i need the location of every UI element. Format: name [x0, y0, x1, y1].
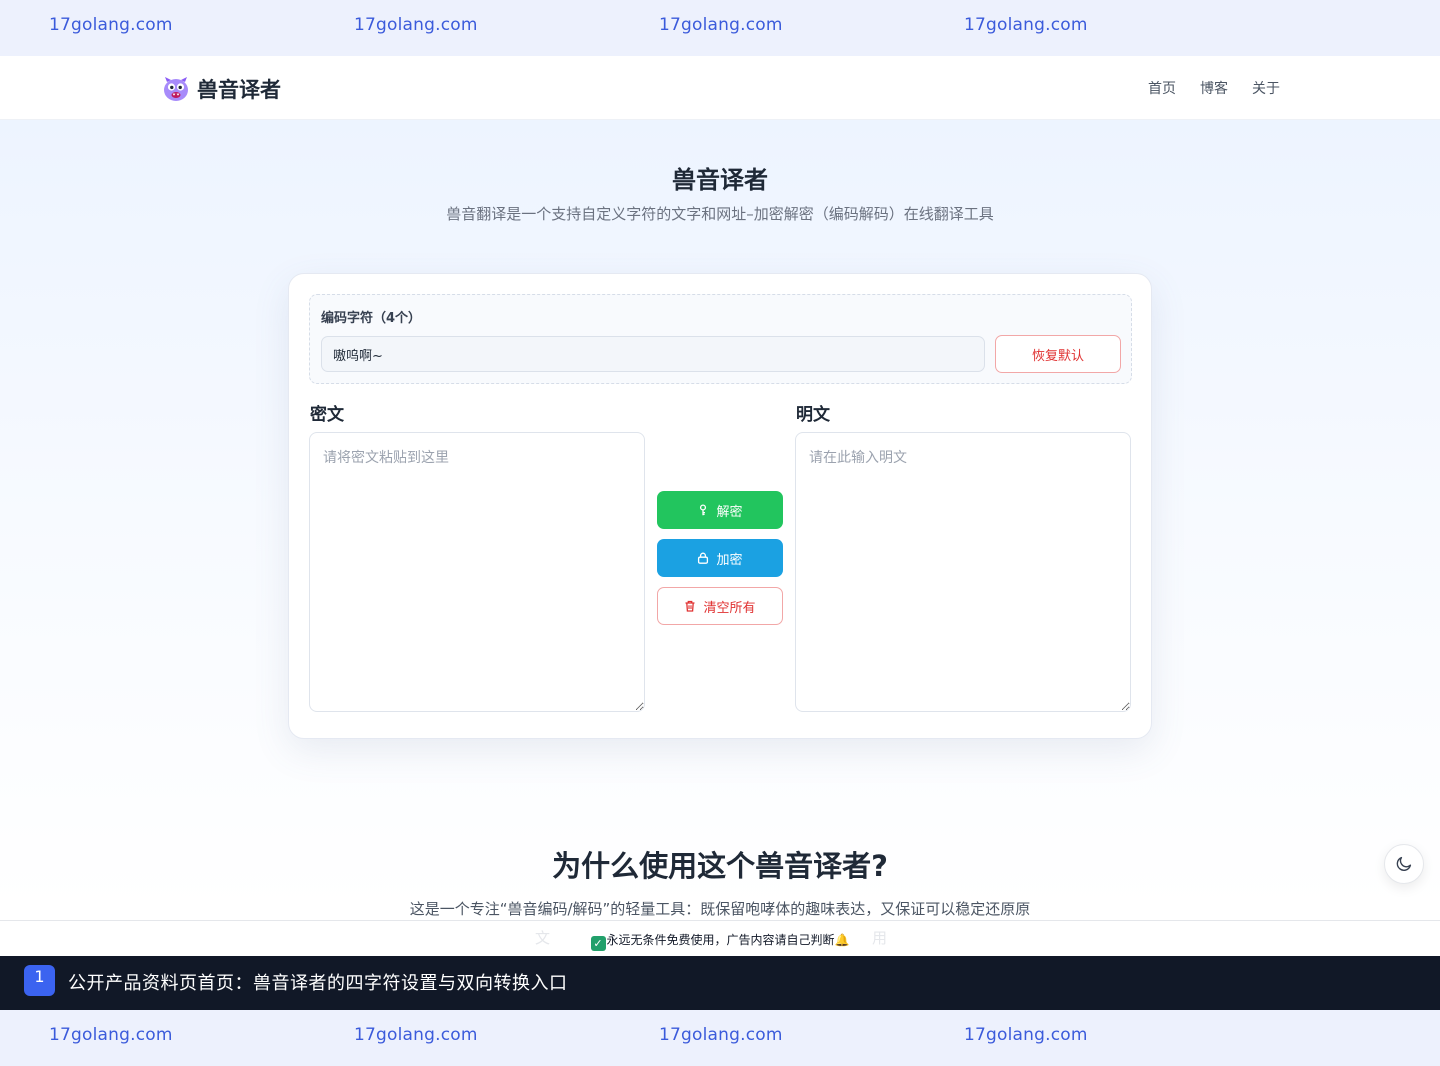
encode-button[interactable]: 加密 [657, 539, 783, 577]
page-subtitle: 兽音翻译是一个支持自定义字符的文字和网址–加密解密（编码解码）在线翻译工具 [446, 205, 994, 223]
main-nav: 首页 博客 关于 [1148, 78, 1280, 98]
ad-link[interactable]: 17golang.com [964, 1025, 1088, 1045]
trash-icon [685, 600, 695, 612]
cipher-label: 密文 [310, 405, 344, 425]
ad-link[interactable]: 17golang.com [49, 1025, 173, 1045]
step-number-badge: 1 [24, 965, 55, 996]
nav-about[interactable]: 关于 [1252, 78, 1280, 98]
logo-text: 兽音译者 [197, 78, 281, 102]
site-header: 兽音译者 首页 博客 关于 [0, 56, 1440, 120]
decode-label: 解密 [716, 504, 743, 520]
ad-link[interactable]: 17golang.com [964, 15, 1088, 35]
encoding-chars-label: 编码字符（4个） [321, 311, 422, 326]
step-caption-bar: 1 公开产品资料页首页：兽音译者的四字符设置与双向转换入口 [0, 956, 1440, 1010]
top-ad-banner[interactable]: 17golang.com 17golang.com 17golang.com 1… [0, 0, 1440, 56]
notice-text-wrap: ✓ 永远无条件免费使用，广告内容请自己判断🔔 [0, 931, 1440, 951]
key-icon [700, 504, 707, 516]
decode-button[interactable]: 解密 [657, 491, 783, 529]
why-section-text: 这是一个专注“兽音编码/解码”的轻量工具：既保留咆哮体的趣味表达，又保证可以稳定… [409, 900, 1031, 918]
nav-home[interactable]: 首页 [1148, 78, 1176, 98]
ad-link[interactable]: 17golang.com [49, 15, 173, 35]
check-icon: ✓ [590, 936, 606, 951]
page-title: 兽音译者 [672, 166, 768, 194]
notice-text: 永远无条件免费使用，广告内容请自己判断 [606, 933, 835, 947]
translator-card: 编码字符（4个） 恢复默认 密文 明文 解密 加密 清空所有 [288, 273, 1152, 739]
lock-icon [698, 552, 709, 564]
clear-all-label: 清空所有 [703, 600, 756, 616]
plain-label: 明文 [796, 405, 830, 425]
encoding-chars-input[interactable] [321, 336, 985, 372]
clear-all-button[interactable]: 清空所有 [657, 587, 783, 625]
ad-link[interactable]: 17golang.com [354, 15, 478, 35]
ad-link[interactable]: 17golang.com [659, 1025, 783, 1045]
monster-face-icon [164, 77, 188, 101]
encode-label: 加密 [716, 552, 743, 568]
theme-toggle-button[interactable] [1384, 844, 1424, 884]
nav-blog[interactable]: 博客 [1200, 78, 1228, 98]
notice-bar: 文 用 ✓ 永远无条件免费使用，广告内容请自己判断🔔 [0, 920, 1440, 956]
moon-icon [1396, 856, 1412, 871]
step-caption-text: 公开产品资料页首页：兽音译者的四字符设置与双向转换入口 [68, 973, 568, 994]
bottom-ad-banner[interactable]: 17golang.com 17golang.com 17golang.com 1… [0, 1010, 1440, 1066]
encoding-chars-panel: 编码字符（4个） 恢复默认 [309, 294, 1132, 384]
ad-link[interactable]: 17golang.com [659, 15, 783, 35]
ad-link[interactable]: 17golang.com [354, 1025, 478, 1045]
plain-textarea[interactable] [795, 432, 1131, 712]
reset-default-button[interactable]: 恢复默认 [995, 335, 1121, 373]
cipher-textarea[interactable] [309, 432, 645, 712]
why-section-title: 为什么使用这个兽音译者? [552, 849, 888, 883]
logo[interactable]: 兽音译者 [162, 74, 281, 104]
bell-icon: 🔔 [834, 933, 850, 947]
